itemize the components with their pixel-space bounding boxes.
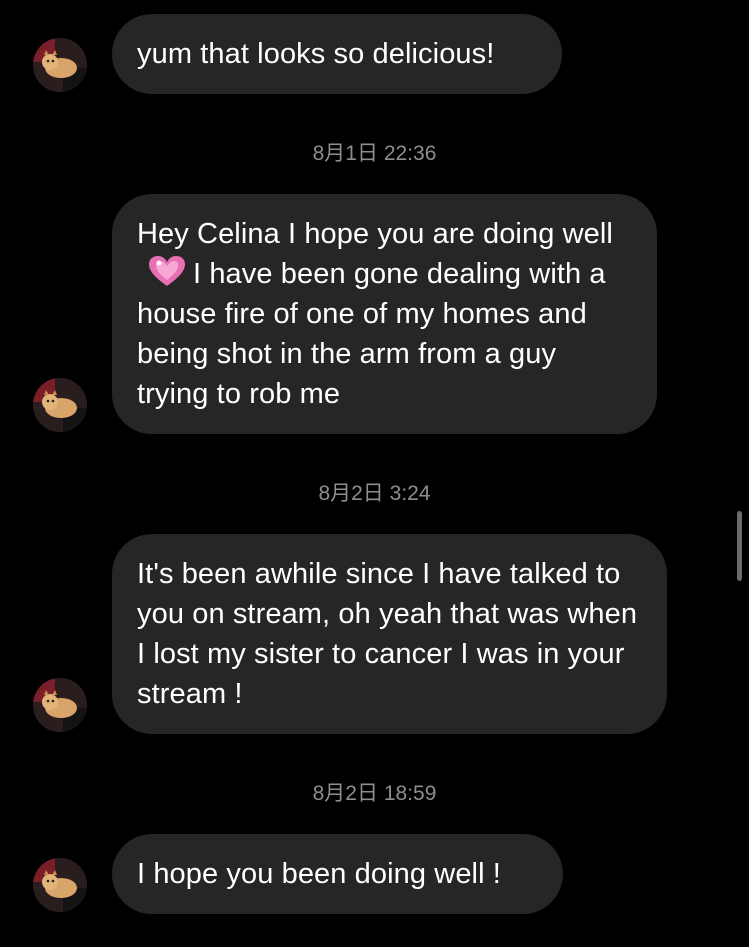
avatar-cat-icon <box>33 678 87 732</box>
timestamp: 8月2日 3:24 <box>318 482 431 505</box>
message-bubble[interactable]: It's been awhile since I have talked to … <box>112 534 667 734</box>
avatar[interactable] <box>33 38 87 92</box>
message-text-part2: I have been gone dealing with a house fi… <box>137 258 606 410</box>
avatar-cat-icon <box>33 38 87 92</box>
heart-emoji-icon <box>149 256 185 286</box>
message-text: It's been awhile since I have talked to … <box>137 558 638 710</box>
message-text: yum that looks so delicious! <box>137 38 495 70</box>
timestamp: 8月1日 22:36 <box>312 142 437 165</box>
message-text: I hope you been doing well ! <box>137 858 501 890</box>
message-bubble[interactable]: I hope you been doing well ! <box>112 834 563 914</box>
avatar[interactable] <box>33 378 87 432</box>
message-bubble[interactable]: Hey Celina I hope you are doing well I ha… <box>112 194 657 434</box>
scrollbar[interactable] <box>737 511 742 581</box>
avatar-cat-icon <box>33 378 87 432</box>
avatar[interactable] <box>33 858 87 912</box>
avatar-cat-icon <box>33 858 87 912</box>
message-text-part1: Hey Celina I hope you are doing well <box>137 218 613 250</box>
message-bubble[interactable]: yum that looks so delicious! <box>112 14 562 94</box>
timestamp: 8月2日 18:59 <box>312 782 437 805</box>
avatar[interactable] <box>33 678 87 732</box>
